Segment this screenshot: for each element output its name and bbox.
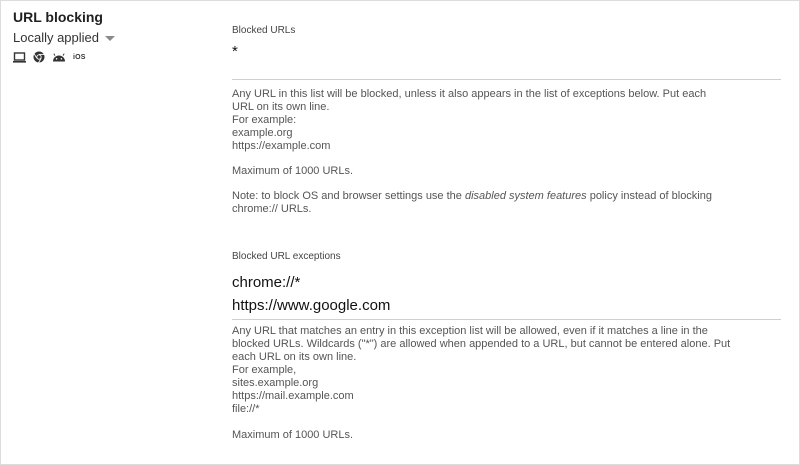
help-text: Any URL in this list will be blocked, un… (232, 88, 707, 113)
divider (232, 79, 781, 80)
max-urls-text: Maximum of 1000 URLs. (232, 429, 354, 441)
note-prefix: Note: to block OS and browser settings u… (232, 190, 465, 202)
max-urls-text: Maximum of 1000 URLs. (232, 165, 354, 177)
status-label: Locally applied (13, 30, 100, 45)
exception-entry[interactable]: https://www.google.com (232, 294, 390, 317)
note-text: Note: to block OS and browser settings u… (232, 190, 712, 216)
blocked-urls-help: Any URL in this list will be blocked, un… (232, 88, 712, 216)
policy-title: URL blocking (13, 9, 103, 25)
help-example: https://mail.example.com (232, 390, 354, 402)
help-example: sites.example.org (232, 377, 319, 389)
help-example: example.org (232, 127, 293, 139)
help-example: https://example.com (232, 140, 331, 152)
help-text: Any URL that matches an entry in this ex… (232, 325, 731, 363)
note-emphasis: disabled system features (464, 190, 587, 202)
policy-panel: URL blocking Locally applied iOS Blocked… (0, 0, 800, 465)
help-example: file://* (232, 403, 260, 415)
divider (232, 319, 781, 320)
help-example-heading: For example: (232, 114, 297, 126)
status-dropdown[interactable]: Locally applied (13, 29, 213, 47)
exceptions-field[interactable]: chrome://* https://www.google.com (232, 271, 390, 317)
platform-icons: iOS (13, 51, 213, 63)
exception-entry[interactable]: chrome://* (232, 271, 390, 294)
exceptions-label: Blocked URL exceptions (232, 251, 341, 262)
help-example-heading: For example, (232, 364, 297, 376)
ios-icon: iOS (73, 53, 86, 61)
caret-down-icon (105, 35, 116, 41)
policy-header: URL blocking Locally applied iOS (13, 8, 213, 63)
android-icon (52, 52, 66, 62)
blocked-urls-label: Blocked URLs (232, 25, 296, 36)
laptop-icon (13, 51, 26, 63)
exceptions-help: Any URL that matches an entry in this ex… (232, 325, 732, 442)
blocked-urls-field[interactable]: * (232, 43, 238, 60)
chrome-icon (33, 51, 45, 63)
